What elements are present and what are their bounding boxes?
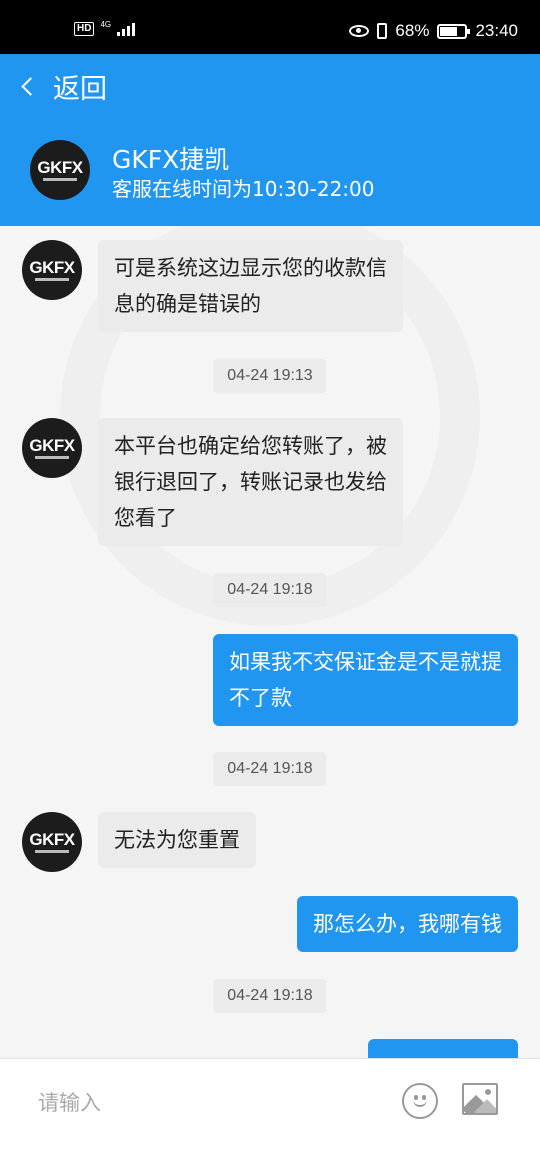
message-bubble-outgoing[interactable]: 那怎么办，我哪有钱: [297, 896, 518, 952]
input-bar: [0, 1058, 540, 1170]
back-chevron-icon: [21, 76, 40, 96]
message-line: 您看了: [114, 506, 177, 530]
agent-avatar: GKFX: [22, 812, 82, 872]
message-line: 如果我不交保证金是不是就提: [229, 650, 502, 674]
agent-avatar: GKFX: [22, 418, 82, 478]
message-line: 息的确是错误的: [114, 292, 261, 316]
back-button[interactable]: 返回: [20, 67, 107, 106]
logo-stripe: [43, 177, 77, 181]
message-line: 银行退回了，转账记录也发给: [114, 470, 387, 494]
message-bubble-outgoing[interactable]: 如果我不交保证金是不是就提 不了款: [213, 634, 518, 726]
agent-name: GKFX捷凯: [112, 145, 230, 174]
status-right: 68% 23:40: [349, 21, 518, 41]
message-input[interactable]: [38, 1083, 358, 1123]
emoji-mouth: [413, 1099, 427, 1107]
message-bubble[interactable]: 无法为您重置: [98, 812, 256, 868]
message-line: 那怎么办，我哪有钱: [313, 912, 502, 936]
logo-stripe: [35, 277, 69, 281]
status-left: HD 4G: [74, 19, 136, 36]
battery-percent: 68%: [395, 21, 430, 40]
agent-logo-text: GKFX: [29, 829, 75, 849]
agent-logo-text: GKFX: [37, 157, 83, 177]
logo-stripe: [35, 849, 69, 853]
agent-avatar: GKFX: [22, 240, 82, 300]
nav-bar: 返回: [0, 54, 540, 118]
message-timestamp: 04-24 19:18: [213, 573, 327, 607]
logo-stripe: [35, 455, 69, 459]
image-icon[interactable]: [462, 1083, 498, 1115]
agent-logo-text: GKFX: [29, 435, 75, 455]
message-timestamp: 04-24 19:18: [213, 752, 327, 786]
back-label: 返回: [53, 73, 107, 105]
image-sun: [485, 1089, 491, 1095]
message-line: 无法为您重置: [114, 828, 240, 852]
message-timestamp: 04-24 19:18: [213, 979, 327, 1013]
vibrate-icon: [377, 23, 388, 39]
message-bubble[interactable]: 可是系统这边显示您的收款信 息的确是错误的: [98, 240, 403, 332]
message-line: 可是系统这边显示您的收款信: [114, 256, 387, 280]
hd-badge: HD: [74, 22, 95, 36]
agent-logo-text: GKFX: [29, 257, 75, 277]
message-line: 不了款: [229, 686, 292, 710]
status-bar: HD 4G 68% 23:40: [0, 0, 540, 54]
agent-hours: 客服在线时间为10:30-22:00: [112, 177, 375, 201]
signal-icon: [117, 22, 136, 36]
agent-header: GKFX GKFX捷凯 客服在线时间为10:30-22:00: [0, 118, 540, 226]
message-line: 本平台也确定给您转账了，被: [114, 434, 387, 458]
network-type: 4G: [100, 19, 112, 29]
message-bubble-outgoing[interactable]: [368, 1039, 518, 1058]
agent-avatar: GKFX: [30, 140, 90, 200]
emoji-icon[interactable]: [402, 1083, 438, 1119]
eye-comfort-icon: [349, 25, 370, 37]
message-bubble[interactable]: 本平台也确定给您转账了，被 银行退回了，转账记录也发给 您看了: [98, 418, 403, 546]
message-timestamp: 04-24 19:13: [213, 359, 327, 393]
clock: 23:40: [475, 21, 518, 40]
chat-area[interactable]: GKFX 可是系统这边显示您的收款信 息的确是错误的 04-24 19:13 G…: [0, 226, 540, 1058]
battery-icon: [437, 23, 471, 39]
